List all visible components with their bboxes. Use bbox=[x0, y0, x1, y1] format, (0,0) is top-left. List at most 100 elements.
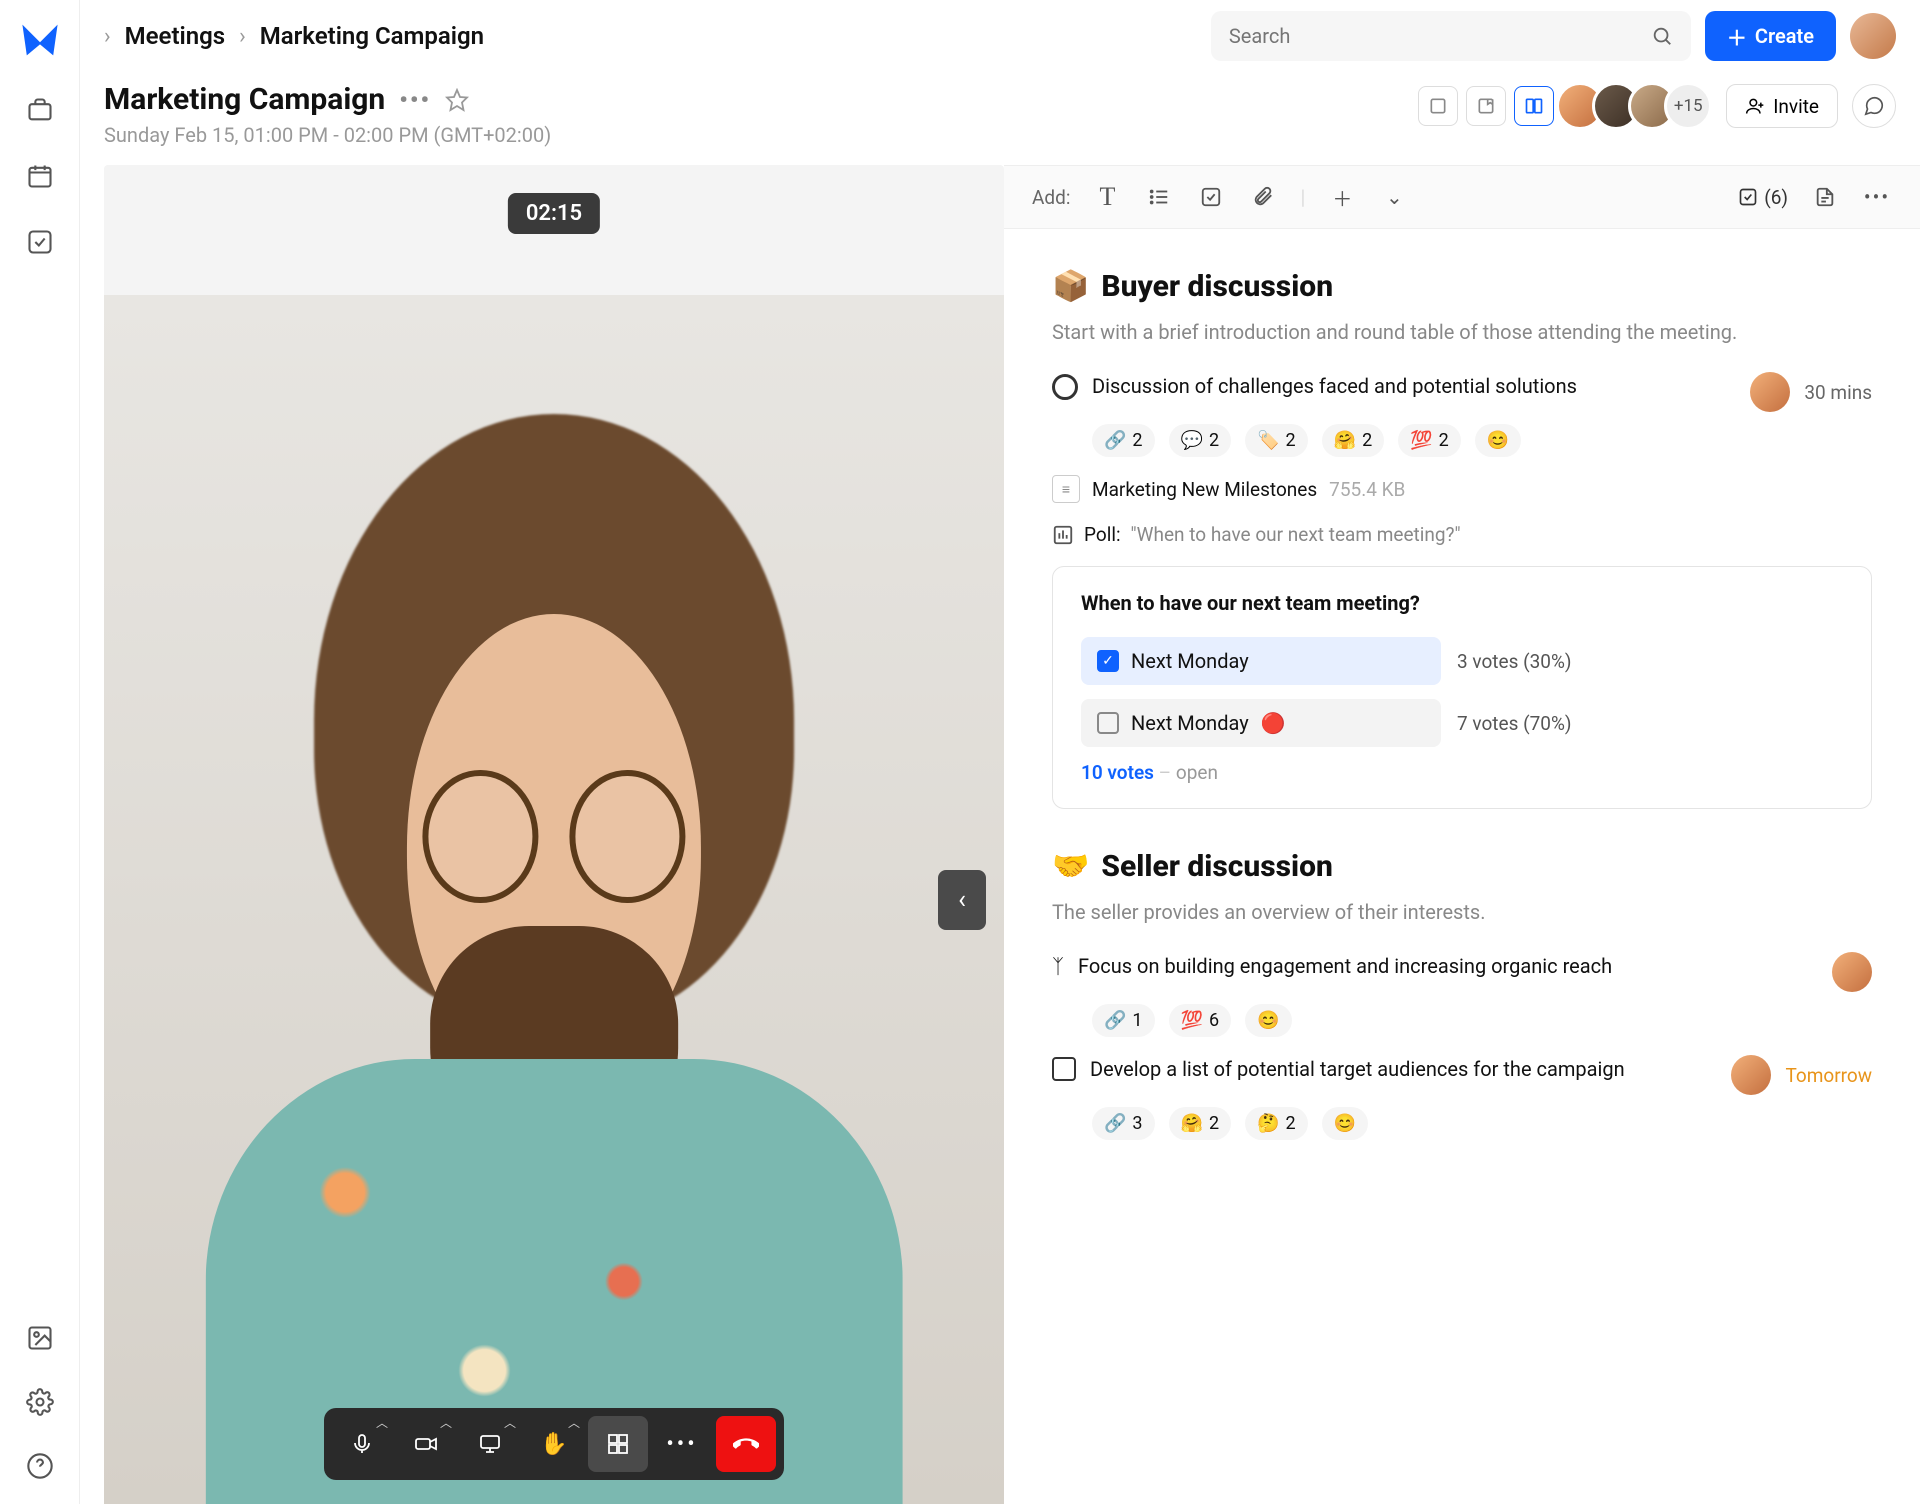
poll-option[interactable]: Next Monday 🔴 7 votes (70%) bbox=[1081, 699, 1843, 747]
reaction-pill[interactable]: 💯6 bbox=[1169, 1004, 1232, 1037]
calendar-icon[interactable] bbox=[22, 158, 58, 194]
chevron-down-icon[interactable]: ⌄ bbox=[1379, 182, 1409, 212]
poll-intro-row[interactable]: Poll: "When to have our next team meetin… bbox=[1052, 523, 1872, 546]
reaction-pill[interactable]: 🔗3 bbox=[1092, 1107, 1155, 1140]
more-icon[interactable]: ••• bbox=[399, 86, 431, 114]
section-title: 🤝 Seller discussion bbox=[1052, 849, 1872, 884]
search-box[interactable] bbox=[1211, 11, 1691, 61]
poll-status: open bbox=[1176, 761, 1218, 784]
file-size: 755.4 KB bbox=[1329, 478, 1405, 501]
call-timer: 02:15 bbox=[508, 193, 600, 234]
end-call-button[interactable] bbox=[716, 1416, 776, 1472]
breadcrumb-level1[interactable]: Meetings bbox=[125, 22, 226, 50]
view-single-icon[interactable] bbox=[1418, 86, 1458, 126]
invite-button[interactable]: Invite bbox=[1726, 84, 1838, 128]
reaction-pill[interactable]: 💬2 bbox=[1169, 424, 1232, 457]
image-icon[interactable] bbox=[22, 1320, 58, 1356]
app-logo[interactable] bbox=[18, 18, 62, 62]
reaction-pill[interactable]: 😊 bbox=[1322, 1107, 1368, 1140]
text-tool-icon[interactable]: T bbox=[1092, 182, 1122, 212]
checkbox-icon[interactable] bbox=[1097, 712, 1119, 734]
reaction-pill[interactable]: 😊 bbox=[1245, 1004, 1291, 1037]
chat-button[interactable] bbox=[1852, 84, 1896, 128]
reaction-pill[interactable]: 💯2 bbox=[1398, 424, 1461, 457]
reactions-row: 🔗3 🤗2 🤔2 😊 bbox=[1092, 1107, 1872, 1140]
poll-option[interactable]: ✓ Next Monday 3 votes (30%) bbox=[1081, 637, 1843, 685]
participant-avatars: +15 bbox=[1568, 82, 1712, 130]
chevron-right-icon: › bbox=[239, 24, 246, 49]
poll-card: When to have our next team meeting? ✓ Ne… bbox=[1052, 566, 1872, 809]
agenda-item[interactable]: Develop a list of potential target audie… bbox=[1052, 1055, 1872, 1095]
breadcrumb-level2[interactable]: Marketing Campaign bbox=[260, 22, 484, 50]
collapse-arrow-icon[interactable]: ‹ bbox=[938, 870, 986, 930]
view-note-icon[interactable] bbox=[1466, 86, 1506, 126]
checkbox-checked-icon[interactable]: ✓ bbox=[1097, 650, 1119, 672]
chevron-right-icon: › bbox=[104, 24, 111, 49]
assignee-avatar[interactable] bbox=[1731, 1055, 1771, 1095]
more-menu-icon[interactable]: ••• bbox=[1862, 182, 1892, 212]
file-name: Marketing New Milestones bbox=[1092, 478, 1317, 501]
assignee-avatar[interactable] bbox=[1832, 952, 1872, 992]
mic-button[interactable]: ︿ bbox=[332, 1416, 392, 1472]
checkbox-icon[interactable] bbox=[22, 224, 58, 260]
topbar: › Meetings › Marketing Campaign ＋ Create bbox=[80, 0, 1920, 72]
help-icon[interactable] bbox=[22, 1448, 58, 1484]
attachment-row[interactable]: ≡ Marketing New Milestones 755.4 KB bbox=[1052, 475, 1872, 503]
reaction-pill[interactable]: 😊 bbox=[1475, 424, 1521, 457]
poll-option-label: Next Monday bbox=[1131, 711, 1249, 735]
invite-label: Invite bbox=[1773, 95, 1819, 118]
layout-grid-button[interactable] bbox=[588, 1416, 648, 1472]
view-toggle bbox=[1418, 86, 1554, 126]
section-title-text: Seller discussion bbox=[1101, 849, 1333, 884]
more-participants[interactable]: +15 bbox=[1664, 82, 1712, 130]
agenda-item[interactable]: ᛉ Focus on building engagement and incre… bbox=[1052, 952, 1872, 992]
briefcase-icon[interactable] bbox=[22, 92, 58, 128]
page-header: Marketing Campaign ••• Sunday Feb 15, 01… bbox=[80, 72, 1920, 165]
item-text: Discussion of challenges faced and poten… bbox=[1092, 372, 1736, 400]
screen-share-button[interactable]: ︿ bbox=[460, 1416, 520, 1472]
settings-icon[interactable] bbox=[22, 1384, 58, 1420]
search-icon[interactable] bbox=[1651, 25, 1673, 47]
task-tool-icon[interactable] bbox=[1196, 182, 1226, 212]
plus-icon: ＋ bbox=[1727, 22, 1747, 51]
reaction-pill[interactable]: 🔗1 bbox=[1092, 1004, 1155, 1037]
raise-hand-button[interactable]: ︿✋ bbox=[524, 1416, 584, 1472]
task-counter[interactable]: (6) bbox=[1738, 186, 1788, 209]
more-options-button[interactable]: ••• bbox=[652, 1416, 712, 1472]
profile-avatar[interactable] bbox=[1850, 13, 1896, 59]
poll-total-votes[interactable]: 10 votes bbox=[1081, 761, 1154, 784]
agenda-item[interactable]: Discussion of challenges faced and poten… bbox=[1052, 372, 1872, 412]
reactions-row: 🔗2 💬2 🏷️2 🤗2 💯2 😊 bbox=[1092, 424, 1872, 457]
reaction-pill[interactable]: 🔗2 bbox=[1092, 424, 1155, 457]
section-emoji: 📦 bbox=[1052, 269, 1089, 304]
section-desc: The seller provides an overview of their… bbox=[1052, 898, 1872, 926]
view-split-icon[interactable] bbox=[1514, 86, 1554, 126]
section-title: 📦 Buyer discussion bbox=[1052, 269, 1872, 304]
poll-question: When to have our next team meeting? bbox=[1081, 591, 1843, 615]
poll-result: 3 votes (30%) bbox=[1457, 650, 1572, 673]
camera-button[interactable]: ︿ bbox=[396, 1416, 456, 1472]
reaction-pill[interactable]: 🤗2 bbox=[1169, 1107, 1232, 1140]
reactions-row: 🔗1 💯6 😊 bbox=[1092, 1004, 1872, 1037]
poll-label: Poll: bbox=[1084, 523, 1121, 546]
due-date: Tomorrow bbox=[1785, 1064, 1872, 1087]
star-icon[interactable] bbox=[445, 88, 469, 112]
section-emoji: 🤝 bbox=[1052, 849, 1089, 884]
search-input[interactable] bbox=[1229, 24, 1651, 48]
document-icon[interactable] bbox=[1810, 182, 1840, 212]
attachment-tool-icon[interactable] bbox=[1248, 182, 1278, 212]
branch-icon: ᛉ bbox=[1052, 954, 1064, 978]
assignee-avatar[interactable] bbox=[1750, 372, 1790, 412]
item-text: Develop a list of potential target audie… bbox=[1090, 1055, 1717, 1083]
reaction-pill[interactable]: 🤗2 bbox=[1322, 424, 1385, 457]
reaction-pill[interactable]: 🏷️2 bbox=[1245, 424, 1308, 457]
file-icon: ≡ bbox=[1052, 475, 1080, 503]
left-rail bbox=[0, 0, 80, 1504]
circle-checkbox-icon[interactable] bbox=[1052, 374, 1078, 400]
reaction-pill[interactable]: 🤔2 bbox=[1245, 1107, 1308, 1140]
square-checkbox-icon[interactable] bbox=[1052, 1057, 1076, 1081]
add-more-icon[interactable]: ＋ bbox=[1327, 182, 1357, 212]
create-button[interactable]: ＋ Create bbox=[1705, 11, 1836, 61]
list-tool-icon[interactable] bbox=[1144, 182, 1174, 212]
item-duration: 30 mins bbox=[1804, 381, 1872, 404]
